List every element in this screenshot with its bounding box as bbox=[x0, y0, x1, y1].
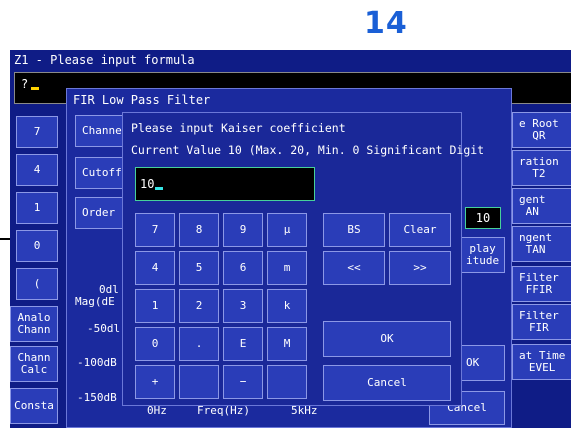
dialog-prompt: Please input Kaiser coefficient bbox=[131, 121, 346, 135]
formula-key-paren[interactable]: ( bbox=[16, 268, 58, 300]
function-fir-filter-button[interactable]: Filter FIR bbox=[512, 304, 571, 340]
keypad-key-5[interactable]: 5 bbox=[179, 251, 219, 285]
fir-cutoff-button[interactable]: Cutoff bbox=[75, 157, 127, 189]
keypad-key-decimal[interactable]: . bbox=[179, 327, 219, 361]
keypad-key-blank-1[interactable] bbox=[179, 365, 219, 399]
fir-order-button[interactable]: Order bbox=[75, 197, 127, 229]
keypad-key-4[interactable]: 4 bbox=[135, 251, 175, 285]
channel-calc-button[interactable]: Chann Calc bbox=[10, 346, 58, 382]
keypad-key-blank-2[interactable] bbox=[267, 365, 307, 399]
function-level-time-button[interactable]: at Time EVEL bbox=[512, 344, 571, 380]
fir-window-title: FIR Low Pass Filter bbox=[73, 93, 211, 107]
fir-order-value-field[interactable]: 10 bbox=[465, 207, 501, 229]
dialog-current-value: Current Value 10 (Max. 20, Min. 0 Signif… bbox=[131, 143, 485, 157]
function-arctangent-button[interactable]: ngent TAN bbox=[512, 226, 571, 262]
kaiser-value-input[interactable]: 10 bbox=[135, 167, 315, 201]
keypad-key-6[interactable]: 6 bbox=[223, 251, 263, 285]
formula-key-0[interactable]: 0 bbox=[16, 230, 58, 262]
function-sqrt-button[interactable]: e Root QR bbox=[512, 112, 571, 148]
analog-channel-button[interactable]: Analo Chann bbox=[10, 306, 58, 342]
keypad-key-mega[interactable]: M bbox=[267, 327, 307, 361]
kaiser-coefficient-dialog: Please input Kaiser coefficient Current … bbox=[122, 112, 484, 406]
keypad-key-1[interactable]: 1 bbox=[135, 289, 175, 323]
kaiser-value-text: 10 bbox=[140, 177, 155, 191]
backspace-button[interactable]: BS bbox=[323, 213, 385, 247]
graph-ytick-3: -150dB bbox=[77, 391, 117, 404]
graph-ylabel: Mag(dE bbox=[75, 295, 115, 308]
fir-ok-button[interactable]: OK bbox=[459, 345, 505, 381]
keypad-key-7[interactable]: 7 bbox=[135, 213, 175, 247]
keypad-key-micro[interactable]: μ bbox=[267, 213, 307, 247]
function-integration-button[interactable]: ration T2 bbox=[512, 150, 571, 186]
keypad-key-kilo[interactable]: k bbox=[267, 289, 307, 323]
graph-ytick-1: -50dl bbox=[87, 322, 121, 335]
formula-key-7[interactable]: 7 bbox=[16, 116, 58, 148]
display-magnitude-button[interactable]: play itude bbox=[459, 237, 505, 273]
keypad-key-9[interactable]: 9 bbox=[223, 213, 263, 247]
keypad-key-exponent[interactable]: E bbox=[223, 327, 263, 361]
keypad-key-minus[interactable]: − bbox=[223, 365, 263, 399]
constant-button[interactable]: Consta bbox=[10, 388, 58, 424]
text-cursor bbox=[31, 87, 40, 90]
formula-key-1[interactable]: 1 bbox=[16, 192, 58, 224]
graph-xtick-0: 0Hz bbox=[147, 404, 167, 417]
graph-xtick-1: 5kHz bbox=[291, 404, 318, 417]
graph-xlabel: Freq(Hz) bbox=[197, 404, 250, 417]
formula-prompt: ? bbox=[21, 77, 29, 91]
ok-button[interactable]: OK bbox=[323, 321, 451, 357]
cancel-button[interactable]: Cancel bbox=[323, 365, 451, 401]
function-iir-filter-button[interactable]: Filter FFIR bbox=[512, 266, 571, 302]
instrument-screen: Z1 - Please input formula ? 7 4 1 0 ( An… bbox=[10, 50, 571, 428]
fir-channel-button[interactable]: Channe bbox=[75, 115, 127, 147]
keypad-key-3[interactable]: 3 bbox=[223, 289, 263, 323]
graph-ytick-2: -100dB bbox=[77, 356, 117, 369]
function-tangent-button[interactable]: gent AN bbox=[512, 188, 571, 224]
screen-title: Z1 - Please input formula bbox=[14, 53, 195, 67]
keypad-key-plus[interactable]: + bbox=[135, 365, 175, 399]
keypad-key-2[interactable]: 2 bbox=[179, 289, 219, 323]
keypad-key-8[interactable]: 8 bbox=[179, 213, 219, 247]
keypad-key-0[interactable]: 0 bbox=[135, 327, 175, 361]
input-cursor bbox=[155, 187, 164, 190]
formula-key-4[interactable]: 4 bbox=[16, 154, 58, 186]
clear-button[interactable]: Clear bbox=[389, 213, 451, 247]
cursor-right-button[interactable]: >> bbox=[389, 251, 451, 285]
page-number: 14 bbox=[364, 6, 408, 41]
keypad-key-milli[interactable]: m bbox=[267, 251, 307, 285]
cursor-left-button[interactable]: << bbox=[323, 251, 385, 285]
